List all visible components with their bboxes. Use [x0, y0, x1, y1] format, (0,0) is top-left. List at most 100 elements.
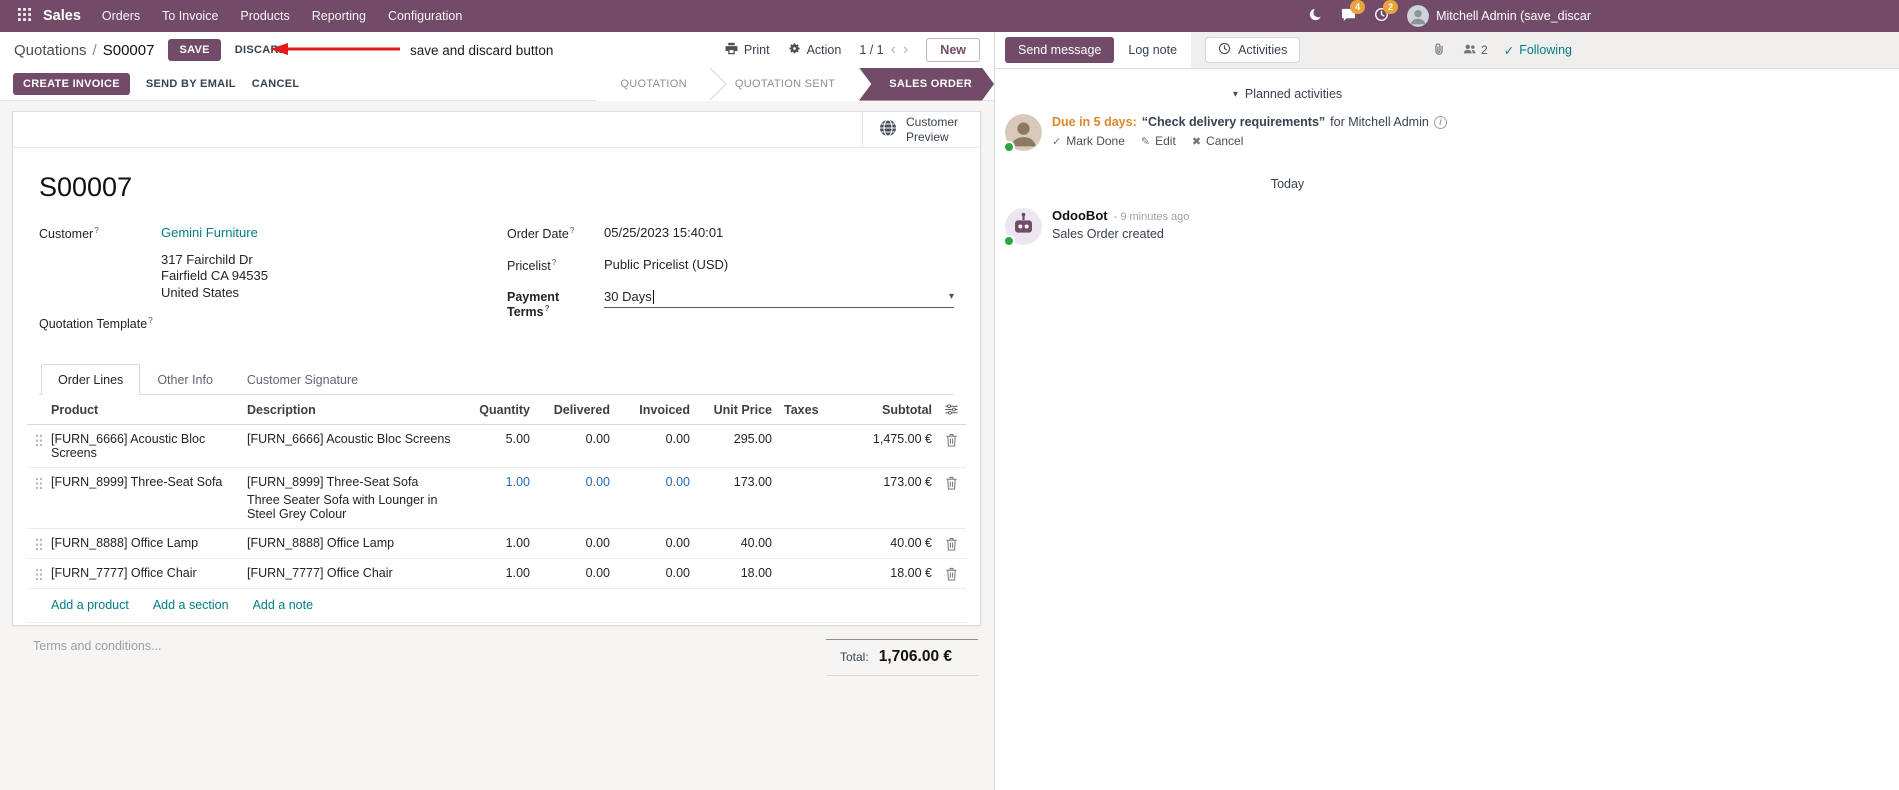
stage-sales-order[interactable]: SALES ORDER: [859, 68, 994, 101]
col-header-delivered[interactable]: Delivered: [534, 403, 614, 417]
pricelist-field[interactable]: Public Pricelist (USD): [604, 257, 954, 272]
nav-item-to-invoice[interactable]: To Invoice: [151, 0, 229, 32]
activity-assignee: for Mitchell Admin: [1330, 115, 1429, 129]
log-note-button[interactable]: Log note: [1114, 37, 1191, 63]
smart-button-row: Customer Preview: [13, 112, 980, 148]
order-date-label: Order Date?: [507, 226, 575, 242]
user-name: Mitchell Admin (save_discar: [1436, 9, 1591, 23]
table-row[interactable]: [FURN_7777] Office Chair [FURN_7777] Off…: [27, 559, 966, 589]
activity-due-text: Due in 5 days:: [1052, 115, 1137, 129]
drag-handle-icon[interactable]: [27, 475, 51, 490]
help-marker: ?: [551, 258, 557, 267]
activities-systray-button[interactable]: 2: [1374, 0, 1399, 25]
col-header-taxes[interactable]: Taxes: [776, 403, 836, 417]
paperclip-icon[interactable]: [1432, 42, 1446, 59]
apps-menu-button[interactable]: [10, 8, 39, 24]
mark-done-button[interactable]: ✓ Mark Done: [1052, 134, 1125, 148]
drag-handle-icon[interactable]: [27, 566, 51, 581]
breadcrumb-quotations-link[interactable]: Quotations: [14, 42, 87, 59]
globe-icon: [879, 119, 897, 140]
table-row[interactable]: [FURN_6666] Acoustic Bloc Screens [FURN_…: [27, 425, 966, 468]
stage-quotation[interactable]: QUOTATION: [596, 67, 711, 101]
stage-pipeline: QUOTATION QUOTATION SENT SALES ORDER: [596, 67, 994, 101]
create-invoice-button[interactable]: CREATE INVOICE: [13, 73, 130, 95]
cell-delivered: 0.00: [585, 431, 610, 446]
message-body: Sales Order created: [1052, 227, 1164, 241]
cell-unit-price: 295.00: [733, 431, 772, 446]
check-icon: ✓: [1503, 43, 1515, 58]
activities-tab[interactable]: Activities: [1205, 37, 1301, 63]
drag-handle-icon[interactable]: [27, 536, 51, 551]
table-row[interactable]: [FURN_8888] Office Lamp [FURN_8888] Offi…: [27, 529, 966, 559]
col-header-unit-price[interactable]: Unit Price: [694, 403, 776, 417]
info-icon[interactable]: i: [1433, 115, 1447, 129]
cancel-button[interactable]: CANCEL: [252, 78, 300, 90]
messages-button[interactable]: 4: [1341, 0, 1366, 25]
col-header-quantity[interactable]: Quantity: [456, 403, 534, 417]
col-header-product[interactable]: Product: [51, 403, 247, 417]
statusbar: CREATE INVOICE SEND BY EMAIL CANCEL QUOT…: [0, 67, 994, 101]
delete-row-icon[interactable]: [936, 475, 966, 490]
delete-row-icon[interactable]: [936, 432, 966, 447]
stage-quotation-sent[interactable]: QUOTATION SENT: [710, 67, 860, 101]
discard-button[interactable]: DISCARD: [235, 44, 287, 56]
cell-quantity: 1.00: [505, 565, 530, 580]
edit-activity-button[interactable]: ✎ Edit: [1141, 134, 1176, 148]
customer-preview-button[interactable]: Customer Preview: [862, 112, 980, 147]
dark-mode-moon-button[interactable]: [1308, 7, 1324, 25]
add-section-link[interactable]: Add a section: [153, 598, 229, 612]
nav-item-reporting[interactable]: Reporting: [301, 0, 377, 32]
following-button[interactable]: ✓ Following: [1504, 43, 1572, 58]
print-button[interactable]: Print: [725, 42, 770, 58]
terms-and-conditions-placeholder[interactable]: Terms and conditions...: [33, 639, 162, 653]
user-menu-button[interactable]: Mitchell Admin (save_discar: [1407, 5, 1591, 27]
activities-badge: 2: [1383, 0, 1399, 14]
pager-value: 1 / 1: [859, 43, 884, 57]
annotation-overlay: save and discard button: [270, 32, 553, 68]
pager-next-icon[interactable]: ›: [903, 42, 908, 58]
cell-product: [FURN_7777] Office Chair: [51, 565, 197, 580]
nav-item-products[interactable]: Products: [229, 0, 300, 32]
gear-icon: [788, 42, 801, 58]
message-timestamp: - 9 minutes ago: [1113, 211, 1190, 223]
tab-other-info[interactable]: Other Info: [140, 364, 230, 395]
cell-product: [FURN_8888] Office Lamp: [51, 535, 199, 550]
tab-order-lines[interactable]: Order Lines: [41, 363, 141, 395]
cell-invoiced: 0.00: [665, 474, 690, 489]
send-message-button[interactable]: Send message: [1005, 37, 1115, 63]
order-date-field[interactable]: 05/25/2023 15:40:01: [604, 225, 954, 240]
message-author[interactable]: OdooBot: [1052, 208, 1108, 223]
delete-row-icon[interactable]: [936, 566, 966, 581]
cell-subtotal: 173.00 €: [883, 474, 932, 489]
save-button[interactable]: SAVE: [168, 39, 221, 61]
address-line: United States: [161, 284, 240, 300]
followers-icon: [1462, 42, 1477, 59]
cancel-activity-button[interactable]: ✖ Cancel: [1192, 134, 1244, 148]
followers-button[interactable]: 2: [1462, 42, 1488, 59]
add-product-link[interactable]: Add a product: [51, 598, 129, 612]
table-header-row: Product Description Quantity Delivered I…: [27, 395, 966, 425]
app-brand[interactable]: Sales: [43, 8, 81, 24]
customer-link[interactable]: Gemini Furniture: [161, 225, 258, 240]
planned-activities-toggle[interactable]: ▾ Planned activities: [1005, 87, 1570, 101]
cell-subtotal: 40.00 €: [890, 535, 932, 550]
pager-previous-icon[interactable]: ‹: [891, 42, 896, 58]
send-by-email-button[interactable]: SEND BY EMAIL: [146, 78, 236, 90]
col-header-subtotal[interactable]: Subtotal: [836, 403, 936, 417]
nav-item-configuration[interactable]: Configuration: [377, 0, 473, 32]
table-row[interactable]: [FURN_8999] Three-Seat Sofa [FURN_8999] …: [27, 468, 966, 529]
col-header-invoiced[interactable]: Invoiced: [614, 403, 694, 417]
tab-customer-signature[interactable]: Customer Signature: [230, 364, 375, 395]
col-header-description[interactable]: Description: [247, 403, 456, 417]
optional-columns-icon[interactable]: [936, 403, 966, 416]
delete-row-icon[interactable]: [936, 536, 966, 551]
add-note-link[interactable]: Add a note: [253, 598, 313, 612]
action-button[interactable]: Action: [788, 42, 841, 58]
drag-handle-icon[interactable]: [27, 432, 51, 447]
dropdown-caret-icon[interactable]: ▾: [949, 291, 954, 302]
cell-delivered: 0.00: [585, 535, 610, 550]
nav-item-orders[interactable]: Orders: [91, 0, 151, 32]
new-button[interactable]: New: [926, 38, 980, 62]
payment-terms-field[interactable]: 30 Days ▾: [604, 289, 954, 308]
activity-summary: “Check delivery requirements”: [1141, 115, 1326, 129]
